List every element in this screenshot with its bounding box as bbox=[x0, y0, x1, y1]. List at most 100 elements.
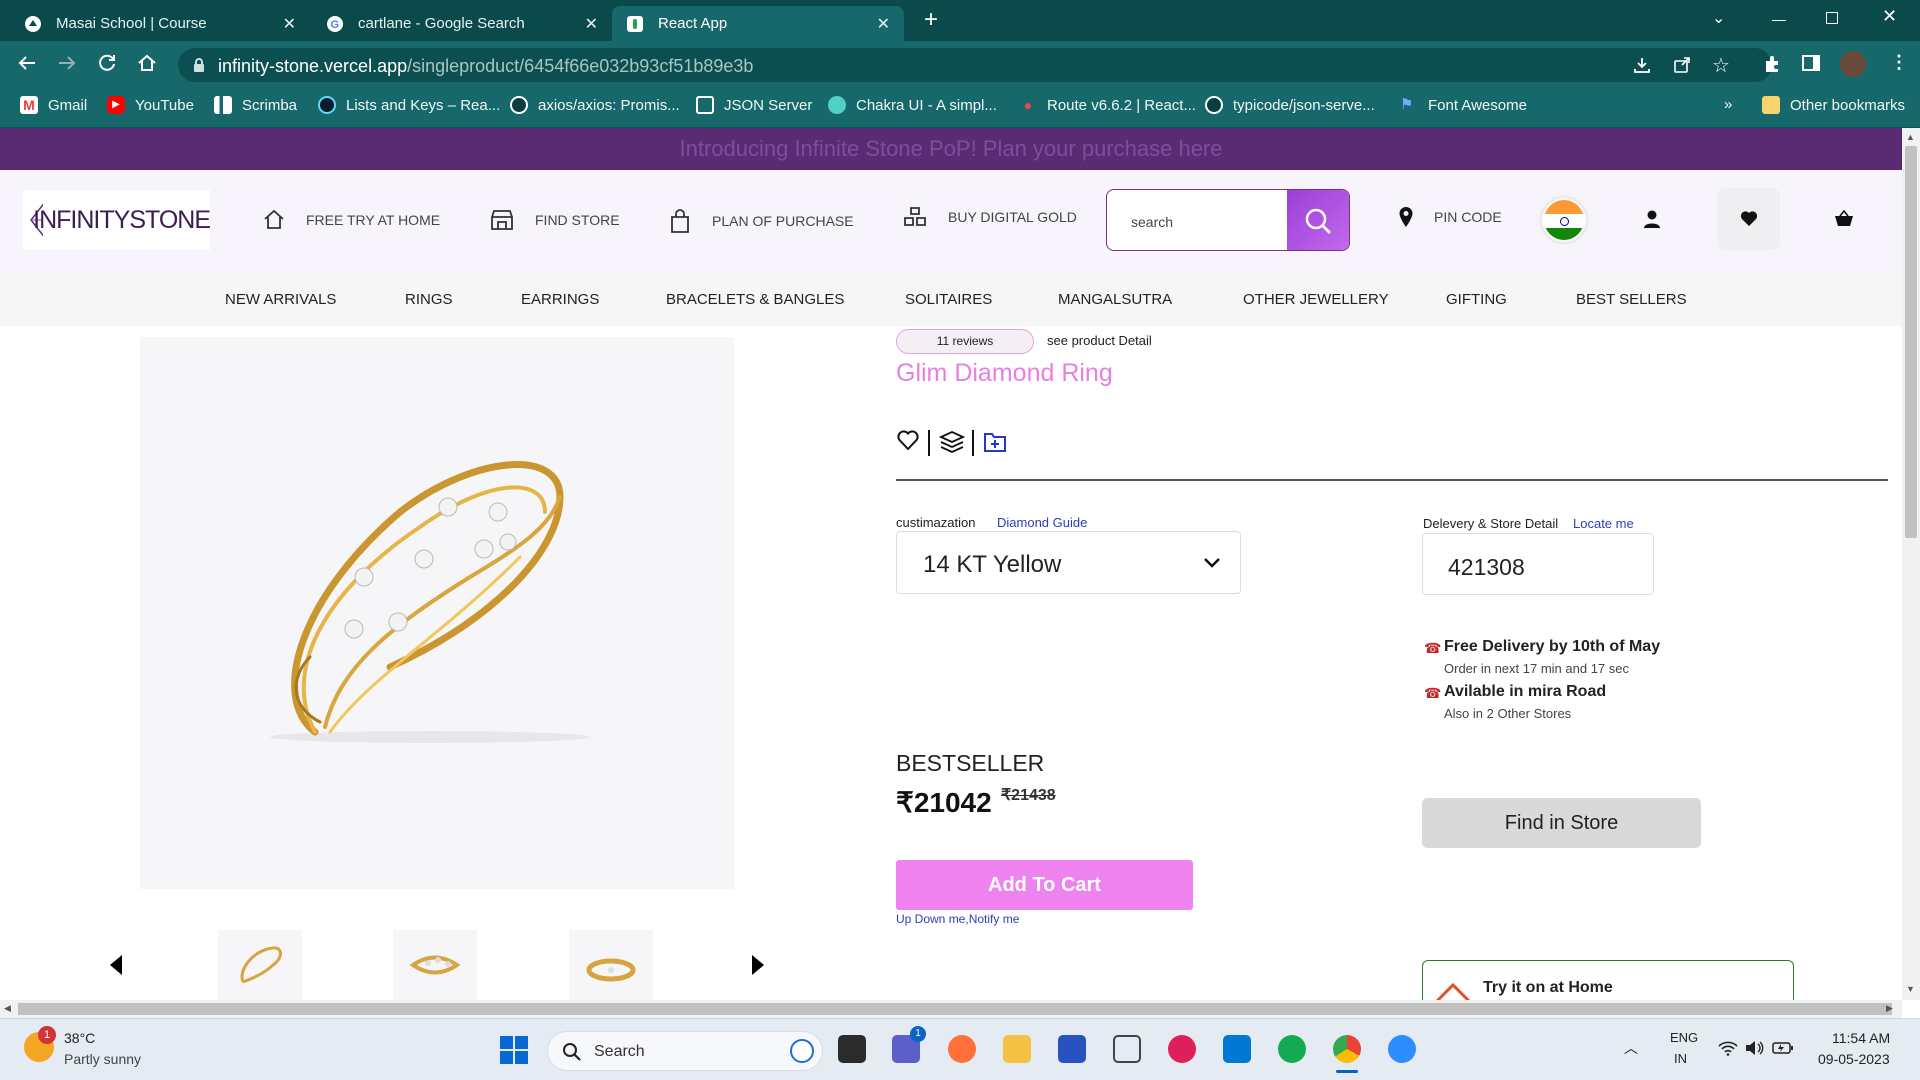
close-icon[interactable]: ✕ bbox=[585, 14, 598, 34]
prev-image-arrow[interactable] bbox=[110, 955, 122, 975]
thumbnail-1[interactable] bbox=[218, 930, 302, 1000]
scroll-down-arrow[interactable]: ▼ bbox=[1906, 984, 1915, 994]
tab-masai[interactable]: Masai School | Course ✕ bbox=[10, 6, 310, 41]
scroll-right-arrow[interactable]: ▶ bbox=[1886, 1003, 1893, 1014]
compare-layers-icon[interactable] bbox=[939, 430, 965, 454]
add-to-cart-button[interactable]: Add To Cart bbox=[896, 860, 1193, 910]
mongodb-icon[interactable] bbox=[1278, 1035, 1306, 1063]
bookmarks-overflow[interactable]: » bbox=[1724, 96, 1732, 113]
nav-free-try-at-home[interactable]: FREE TRY AT HOME bbox=[262, 208, 440, 232]
taskbar-search[interactable]: Search bbox=[547, 1031, 823, 1071]
scroll-up-arrow[interactable]: ▲ bbox=[1906, 132, 1915, 142]
chrome-icon[interactable] bbox=[1333, 1035, 1361, 1063]
tab-react-app[interactable]: React App ✕ bbox=[612, 6, 904, 41]
bookmark-other[interactable]: Other bookmarks bbox=[1762, 96, 1905, 114]
app-icon[interactable] bbox=[1058, 1035, 1086, 1063]
volume-icon[interactable] bbox=[1744, 1040, 1764, 1056]
menu-other-jewellery[interactable]: OTHER JEWELLERY bbox=[1243, 291, 1389, 308]
nav-buy-digital-gold[interactable]: BUY DIGITAL GOLD bbox=[902, 205, 1077, 229]
wishlist-heart-icon[interactable] bbox=[897, 430, 919, 450]
window-close-icon[interactable]: ✕ bbox=[1882, 6, 1897, 27]
reload-icon[interactable] bbox=[96, 52, 118, 74]
menu-earrings[interactable]: EARRINGS bbox=[521, 291, 599, 308]
find-in-store-button[interactable]: Find in Store bbox=[1422, 798, 1701, 848]
close-icon[interactable]: ✕ bbox=[877, 14, 890, 34]
task-view-icon[interactable] bbox=[838, 1035, 866, 1063]
tab-google[interactable]: G cartlane - Google Search ✕ bbox=[312, 6, 612, 41]
share-icon[interactable] bbox=[1672, 55, 1692, 75]
search-input[interactable]: search bbox=[1131, 214, 1173, 230]
india-flag-icon[interactable] bbox=[1542, 198, 1586, 242]
wifi-icon[interactable] bbox=[1718, 1040, 1738, 1056]
zoom-icon[interactable] bbox=[1388, 1035, 1416, 1063]
menu-best-sellers[interactable]: BEST SELLERS bbox=[1576, 291, 1687, 308]
promo-banner[interactable]: Introducing Infinite Stone PoP! Plan you… bbox=[0, 128, 1902, 170]
back-icon[interactable] bbox=[16, 52, 38, 74]
forward-icon[interactable] bbox=[56, 52, 78, 74]
scroll-left-arrow[interactable]: ◀ bbox=[4, 1003, 11, 1014]
bookmark-typicode[interactable]: typicode/json-serve... bbox=[1205, 96, 1375, 114]
customization-select[interactable]: 14 KT Yellow bbox=[896, 531, 1241, 594]
pincode-input[interactable]: 421308 bbox=[1422, 533, 1654, 595]
notify-link[interactable]: Up Down me,Notify me bbox=[896, 912, 1019, 926]
language-in[interactable]: IN bbox=[1674, 1051, 1687, 1066]
pin-code-button[interactable]: PIN CODE bbox=[1398, 206, 1502, 228]
wishlist-button[interactable] bbox=[1718, 188, 1780, 250]
feedback-icon[interactable] bbox=[1113, 1035, 1141, 1063]
bookmark-scrimba[interactable]: Scrimba bbox=[214, 96, 297, 114]
extensions-icon[interactable] bbox=[1762, 54, 1782, 74]
search-box[interactable]: search bbox=[1106, 189, 1350, 251]
nav-find-store[interactable]: FIND STORE bbox=[489, 208, 620, 232]
close-icon[interactable]: ✕ bbox=[283, 14, 296, 34]
address-bar[interactable]: infinity-stone.vercel.app/singleproduct/… bbox=[178, 48, 1772, 82]
bookmark-chakra[interactable]: Chakra UI - A simpl... bbox=[828, 96, 997, 114]
product-main-image[interactable] bbox=[140, 337, 734, 889]
language-eng[interactable]: ENG bbox=[1670, 1030, 1698, 1045]
thumbnail-2[interactable] bbox=[393, 930, 477, 1000]
show-hidden-icons[interactable]: ︿ bbox=[1624, 1038, 1638, 1058]
bookmark-lists-keys[interactable]: Lists and Keys – Rea... bbox=[318, 96, 500, 114]
weather-temp[interactable]: 38°C bbox=[64, 1030, 95, 1046]
thumbnail-3[interactable] bbox=[569, 930, 653, 1000]
file-explorer-icon[interactable] bbox=[1003, 1035, 1031, 1063]
slack-icon[interactable] bbox=[1168, 1035, 1196, 1063]
locate-me-link[interactable]: Locate me bbox=[1573, 516, 1634, 531]
search-button[interactable] bbox=[1287, 190, 1349, 250]
nav-plan-of-purchase[interactable]: PLAN OF PURCHASE bbox=[668, 208, 854, 234]
bookmark-axios[interactable]: axios/axios: Promis... bbox=[510, 96, 680, 114]
firefox-icon[interactable] bbox=[948, 1035, 976, 1063]
diamond-guide-link[interactable]: Diamond Guide bbox=[997, 515, 1087, 530]
vertical-scroll-thumb[interactable] bbox=[1905, 146, 1917, 538]
menu-kebab-icon[interactable]: ⋮ bbox=[1890, 52, 1908, 73]
reviews-badge[interactable]: 11 reviews bbox=[896, 329, 1034, 354]
add-to-folder-icon[interactable] bbox=[983, 431, 1007, 453]
bookmark-youtube[interactable]: ▶ YouTube bbox=[107, 96, 194, 114]
new-tab-button[interactable]: + bbox=[924, 6, 938, 34]
windows-start-icon[interactable] bbox=[500, 1036, 528, 1064]
menu-gifting[interactable]: GIFTING bbox=[1446, 291, 1507, 308]
see-product-detail-link[interactable]: see product Detail bbox=[1047, 333, 1152, 348]
menu-bracelets-bangles[interactable]: BRACELETS & BANGLES bbox=[666, 291, 844, 308]
site-logo[interactable]: INFINITYSTONE bbox=[23, 190, 211, 250]
minimize-icon[interactable] bbox=[1772, 20, 1786, 21]
tab-search-icon[interactable]: ⌄ bbox=[1712, 8, 1725, 28]
battery-icon[interactable] bbox=[1772, 1041, 1794, 1055]
bookmark-gmail[interactable]: M Gmail bbox=[20, 96, 87, 114]
install-icon[interactable] bbox=[1632, 55, 1652, 75]
bookmark-star-icon[interactable]: ☆ bbox=[1712, 53, 1730, 78]
restore-icon[interactable] bbox=[1826, 12, 1838, 24]
horizontal-scroll-thumb[interactable] bbox=[18, 1003, 1892, 1015]
profile-avatar[interactable] bbox=[1840, 51, 1866, 77]
weather-desc[interactable]: Partly sunny bbox=[64, 1051, 141, 1067]
bookmark-json-server[interactable]: JSON Server bbox=[696, 96, 812, 114]
clock-date[interactable]: 09-05-2023 bbox=[1818, 1051, 1890, 1067]
menu-new-arrivals[interactable]: NEW ARRIVALS bbox=[225, 291, 336, 308]
next-image-arrow[interactable] bbox=[752, 955, 764, 975]
vscode-icon[interactable] bbox=[1223, 1035, 1251, 1063]
user-icon[interactable] bbox=[1643, 209, 1661, 229]
bookmark-font-awesome[interactable]: ⚑ Font Awesome bbox=[1400, 96, 1527, 114]
home-icon[interactable] bbox=[136, 52, 158, 74]
cart-basket-icon[interactable] bbox=[1834, 210, 1854, 228]
menu-rings[interactable]: RINGS bbox=[405, 291, 453, 308]
clock-time[interactable]: 11:54 AM bbox=[1832, 1030, 1890, 1046]
